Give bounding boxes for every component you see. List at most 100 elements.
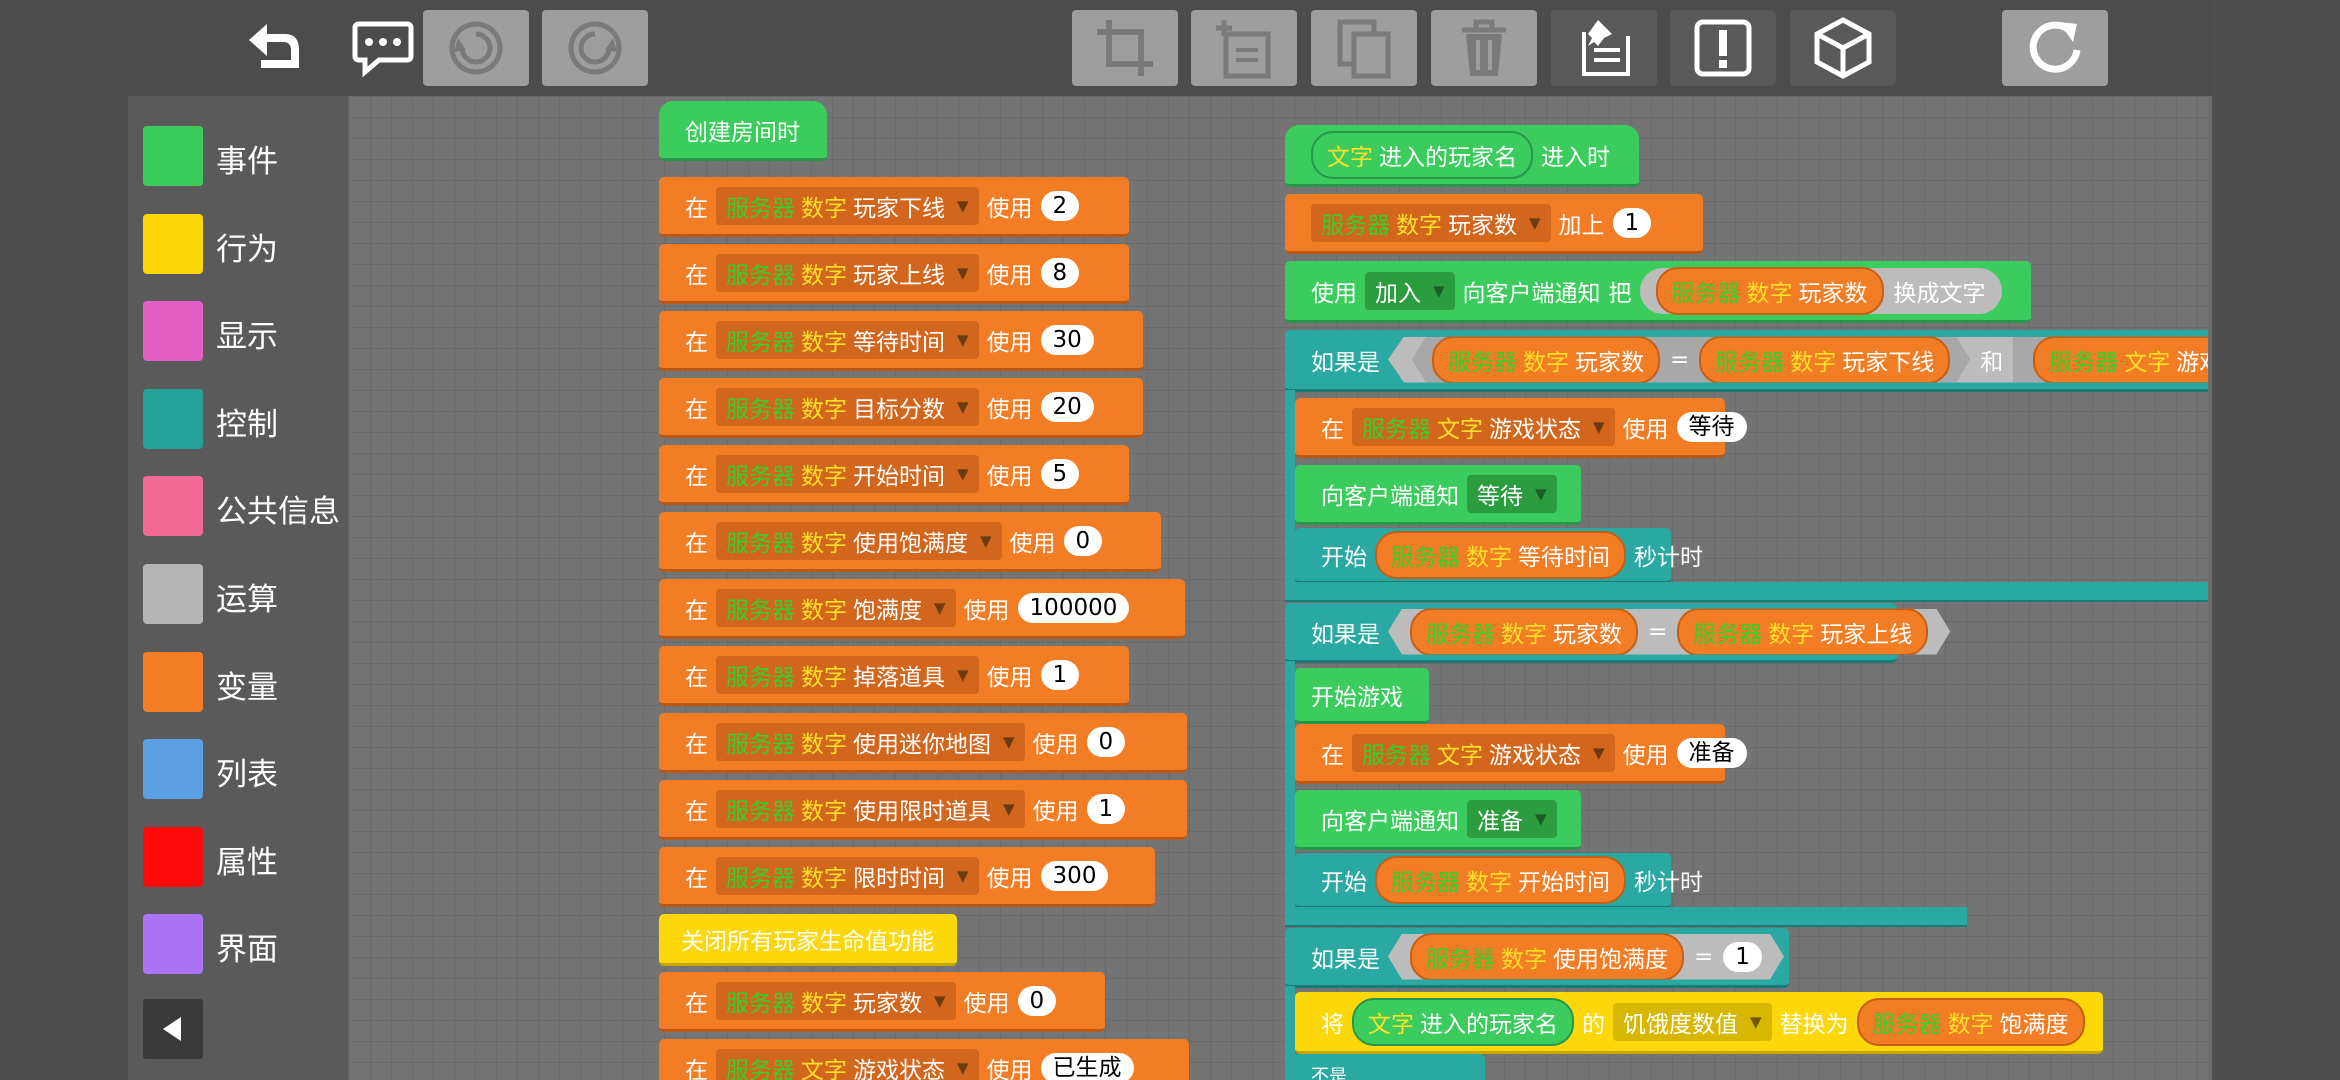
value-input[interactable]: 1 bbox=[1723, 942, 1762, 972]
notify-client-block[interactable]: 向客户端通知 等待 ▼ bbox=[1295, 465, 1581, 525]
value-input[interactable]: 300 bbox=[1040, 860, 1109, 891]
set-variable-block[interactable]: 在 服务器 数字 玩家下线 ▼ 使用 2 bbox=[659, 177, 1129, 237]
reporter-variable[interactable]: 服务器 数字 饱满度 bbox=[1856, 997, 2085, 1046]
variable-selector[interactable]: 服务器 数字 玩家数 ▼ bbox=[1311, 203, 1551, 242]
comment-button[interactable] bbox=[330, 10, 436, 86]
variable-selector[interactable]: 服务器 数字 饱满度 ▼ bbox=[716, 588, 956, 627]
notify-client-block[interactable]: 向客户端通知 准备 ▼ bbox=[1295, 790, 1581, 850]
3d-view-button[interactable] bbox=[1790, 10, 1896, 86]
equals-condition[interactable]: 服务器 数字 玩家数 = 服务器 数字 玩家下线 bbox=[1412, 337, 1970, 383]
undo-button[interactable] bbox=[423, 10, 529, 86]
to-text-operator[interactable]: 服务器 数字 玩家数 换成文字 bbox=[1639, 266, 2002, 315]
category-properties[interactable]: 属性 bbox=[143, 827, 343, 889]
set-variable-block[interactable]: 在 服务器 数字 使用迷你地图 ▼ 使用 0 bbox=[659, 713, 1187, 773]
value-input[interactable]: 2 bbox=[1040, 190, 1080, 221]
variable-selector[interactable]: 服务器 数字 目标分数 ▼ bbox=[716, 387, 979, 426]
attribute-dropdown[interactable]: 饥饿度数值 ▼ bbox=[1613, 1002, 1772, 1041]
value-input[interactable]: 20 bbox=[1040, 391, 1094, 422]
change-variable-block[interactable]: 服务器 数字 玩家数 ▼ 加上 1 bbox=[1285, 194, 1703, 254]
copy-button[interactable] bbox=[1311, 10, 1417, 86]
notify-type-dropdown[interactable]: 准备 ▼ bbox=[1467, 799, 1557, 838]
variable-selector[interactable]: 服务器 数字 等待时间 ▼ bbox=[716, 320, 979, 359]
value-input[interactable]: 0 bbox=[1086, 726, 1126, 757]
value-input[interactable]: 等待 bbox=[1676, 411, 1747, 442]
reporter-variable[interactable]: 服务器 数字 玩家下线 bbox=[1699, 336, 1950, 384]
category-public-info[interactable]: 公共信息 bbox=[143, 476, 343, 538]
equals-condition[interactable]: 服务器 数字 使用饱满度 = 1 bbox=[1388, 934, 1784, 980]
pin-list-button[interactable] bbox=[1551, 10, 1657, 86]
value-input[interactable]: 已生成 bbox=[1040, 1052, 1134, 1080]
and-condition[interactable]: 服务器数字玩家数 = 服务器数字玩家下线 和 服务器文字游戏状 bbox=[1388, 337, 2212, 383]
set-variable-block[interactable]: 在 服务器 数字 饱满度 ▼ 使用 100000 bbox=[659, 579, 1185, 639]
variable-selector[interactable]: 服务器 数字 使用迷你地图 ▼ bbox=[716, 722, 1025, 761]
set-variable-block[interactable]: 在 服务器 数字 玩家数 ▼ 使用 0 bbox=[659, 972, 1105, 1032]
if-block[interactable]: 如果是 服务器 数字 使用饱满度 = 1 bbox=[1285, 928, 1789, 988]
notify-type-dropdown[interactable]: 等待 ▼ bbox=[1467, 474, 1557, 513]
variable-selector[interactable]: 服务器 数字 玩家上线 ▼ bbox=[716, 253, 979, 292]
alert-button[interactable] bbox=[1670, 10, 1776, 86]
reporter-variable[interactable]: 服务器 数字 开始时间 bbox=[1375, 855, 1626, 904]
set-attribute-block[interactable]: 将 文字 进入的玩家名 的 饥饿度数值 ▼ 替换为 服务器 数字 饱满度 bbox=[1295, 992, 2103, 1054]
start-timer-block[interactable]: 开始 服务器 数字 开始时间 秒计时 bbox=[1295, 853, 1703, 909]
value-input[interactable]: 0 bbox=[1017, 985, 1057, 1016]
set-variable-block[interactable]: 在 服务器 数字 等待时间 ▼ 使用 30 bbox=[659, 311, 1143, 371]
set-variable-block[interactable]: 在 服务器 文字 游戏状态 ▼ 使用 等待 bbox=[1295, 398, 1747, 458]
set-variable-block[interactable]: 在 服务器 数字 玩家上线 ▼ 使用 8 bbox=[659, 244, 1129, 304]
variable-selector[interactable]: 服务器 数字 使用限时道具 ▼ bbox=[716, 789, 1025, 828]
value-input[interactable]: 30 bbox=[1040, 324, 1094, 355]
variable-selector[interactable]: 服务器 数字 使用饱满度 ▼ bbox=[716, 521, 1002, 560]
value-input[interactable]: 准备 bbox=[1676, 737, 1747, 768]
disable-health-block[interactable]: 关闭所有玩家生命值功能 bbox=[659, 914, 957, 966]
value-input[interactable]: 8 bbox=[1040, 257, 1080, 288]
set-variable-block[interactable]: 在 服务器 数字 目标分数 ▼ 使用 20 bbox=[659, 378, 1143, 438]
variable-selector[interactable]: 服务器 数字 限时时间 ▼ bbox=[716, 856, 979, 895]
notify-type-dropdown[interactable]: 加入 ▼ bbox=[1365, 271, 1455, 310]
refresh-button[interactable] bbox=[2002, 10, 2108, 86]
category-operators[interactable]: 运算 bbox=[143, 564, 343, 626]
set-variable-block[interactable]: 在 服务器 数字 开始时间 ▼ 使用 5 bbox=[659, 445, 1129, 505]
text-condition[interactable]: 服务器文字游戏状 bbox=[2013, 337, 2212, 383]
category-lists[interactable]: 列表 bbox=[143, 739, 343, 801]
value-input[interactable]: 1 bbox=[1612, 207, 1652, 238]
reporter-variable[interactable]: 服务器 数字 玩家数 bbox=[1410, 608, 1638, 656]
variable-selector[interactable]: 服务器 文字 游戏状态 ▼ bbox=[1352, 733, 1615, 772]
back-button[interactable] bbox=[220, 10, 326, 86]
reporter-variable[interactable]: 服务器文字游戏状 bbox=[2033, 336, 2212, 384]
set-variable-block[interactable]: 在 服务器 数字 使用限时道具 ▼ 使用 1 bbox=[659, 780, 1187, 840]
start-timer-block[interactable]: 开始 服务器 数字 等待时间 秒计时 bbox=[1295, 528, 1703, 584]
variable-selector[interactable]: 服务器 数字 玩家数 ▼ bbox=[716, 981, 956, 1020]
event-block-player-joined[interactable]: 文字 进入的玩家名 进入时 bbox=[1285, 125, 1639, 187]
delete-button[interactable] bbox=[1431, 10, 1537, 86]
reporter-player-name[interactable]: 文字 进入的玩家名 bbox=[1311, 130, 1533, 179]
set-variable-block[interactable]: 在 服务器 数字 限时时间 ▼ 使用 300 bbox=[659, 847, 1155, 907]
set-variable-block[interactable]: 在 服务器 文字 游戏状态 ▼ 使用 准备 bbox=[1295, 724, 1747, 784]
value-input[interactable]: 100000 bbox=[1017, 592, 1130, 623]
value-input[interactable]: 1 bbox=[1040, 659, 1080, 690]
set-variable-block[interactable]: 在 服务器 数字 使用饱满度 ▼ 使用 0 bbox=[659, 512, 1161, 572]
reporter-variable[interactable]: 服务器 数字 玩家上线 bbox=[1677, 608, 1928, 656]
set-variable-block[interactable]: 在 服务器 数字 掉落道具 ▼ 使用 1 bbox=[659, 646, 1129, 706]
reporter-variable[interactable]: 服务器 数字 等待时间 bbox=[1375, 530, 1626, 579]
variable-selector[interactable]: 服务器 数字 掉落道具 ▼ bbox=[716, 655, 979, 694]
block-workspace[interactable]: 创建房间时 在 服务器 数字 玩家下线 ▼ 使用 2 在 服务器 数字 玩家上线 ▼ 使用 … bbox=[349, 96, 2212, 1080]
notify-client-block[interactable]: 使用 加入 ▼ 向客户端通知 把 服务器 数字 玩家数 换成文字 bbox=[1285, 261, 2031, 323]
reporter-variable[interactable]: 服务器 数字 使用饱满度 bbox=[1410, 933, 1684, 981]
variable-selector[interactable]: 服务器 数字 玩家下线 ▼ bbox=[716, 186, 979, 225]
reporter-variable[interactable]: 服务器 数字 玩家数 bbox=[1655, 266, 1884, 315]
equals-condition[interactable]: 服务器 数字 玩家数 = 服务器 数字 玩家上线 bbox=[1388, 609, 1950, 655]
reporter-variable[interactable]: 服务器 数字 玩家数 bbox=[1432, 336, 1660, 384]
event-block-room-created[interactable]: 创建房间时 bbox=[659, 101, 827, 161]
redo-button[interactable] bbox=[542, 10, 648, 86]
category-variables[interactable]: 变量 bbox=[143, 652, 343, 714]
category-display[interactable]: 显示 bbox=[143, 301, 343, 363]
reporter-player-name[interactable]: 文字 进入的玩家名 bbox=[1352, 997, 1574, 1046]
category-control[interactable]: 控制 bbox=[143, 389, 343, 451]
category-interface[interactable]: 界面 bbox=[143, 914, 343, 976]
if-block[interactable]: 如果是 服务器数字玩家数 = 服务器数字玩家下线 和 服务器文字游戏状 bbox=[1285, 330, 2212, 392]
variable-selector[interactable]: 服务器 数字 开始时间 ▼ bbox=[716, 454, 979, 493]
category-event[interactable]: 事件 bbox=[143, 126, 343, 188]
value-input[interactable]: 5 bbox=[1040, 458, 1080, 489]
crop-button[interactable] bbox=[1072, 10, 1178, 86]
value-input[interactable]: 0 bbox=[1063, 525, 1103, 556]
if-block[interactable]: 如果是 服务器 数字 玩家数 = 服务器 数字 玩家上线 bbox=[1285, 603, 1897, 663]
